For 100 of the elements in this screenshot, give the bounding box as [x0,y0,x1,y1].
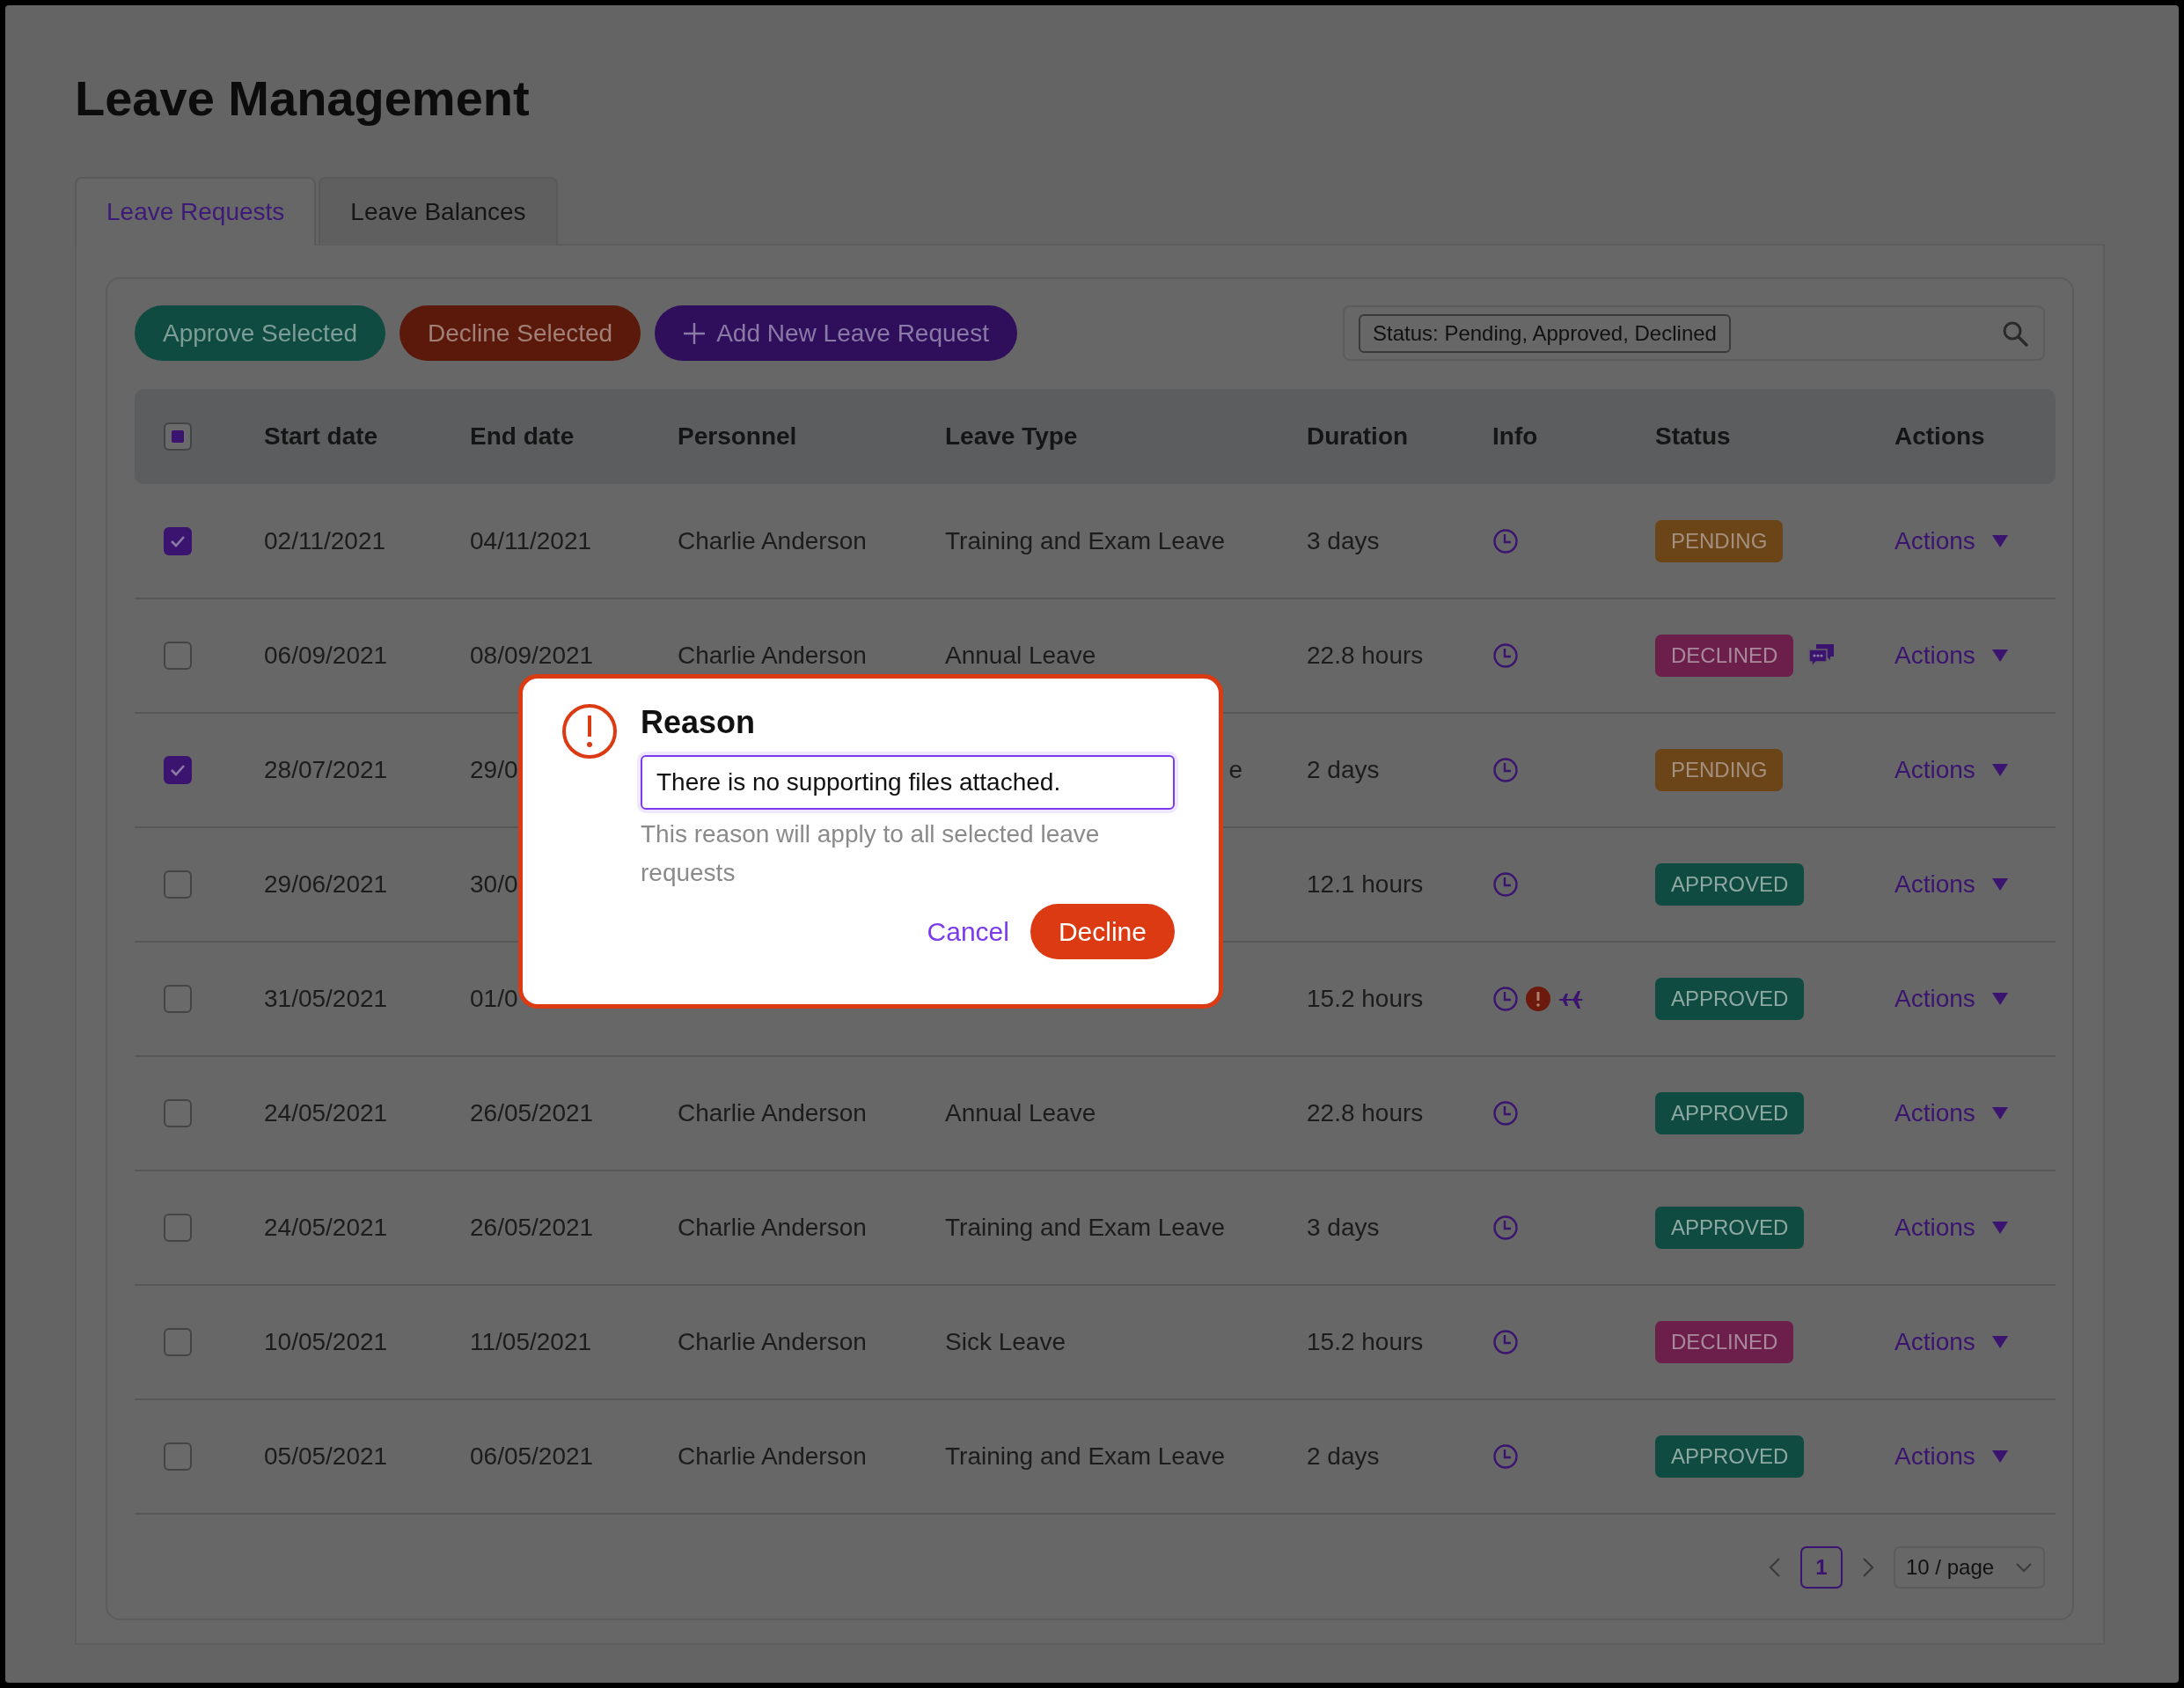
clock-icon[interactable] [1492,642,1519,670]
clock-icon[interactable] [1492,527,1519,554]
leave-type: e [1228,756,1242,784]
clock-icon[interactable] [1492,986,1519,1013]
actions-dropdown[interactable]: Actions [1895,866,2009,904]
duration: 15.2 hours [1307,1328,1424,1356]
status-badge: APPROVED [1655,1435,1805,1479]
clock-icon[interactable] [1492,871,1519,899]
row-checkbox[interactable] [164,526,192,555]
column-header: Leave Type [945,422,1078,451]
row-checkbox[interactable] [164,1099,192,1128]
end-date: 01/0 [470,985,518,1013]
status-badge: APPROVED [1655,978,1805,1021]
end-date: 06/05/2021 [470,1442,594,1471]
duration: 22.8 hours [1307,642,1424,670]
chevron-right-icon[interactable] [1862,1557,1874,1579]
page-size-select[interactable]: 10 / page [1894,1546,2045,1589]
start-date: 24/05/2021 [264,1099,388,1127]
caret-icon [1990,649,2009,664]
column-header: Info [1492,422,1538,451]
approve-button[interactable]: Approve Selected [135,305,386,362]
clock-icon[interactable] [1492,757,1519,784]
start-date: 31/05/2021 [264,985,388,1013]
start-date: 29/06/2021 [264,870,388,899]
status-badge: DECLINED [1655,1321,1794,1364]
end-date: 04/11/2021 [470,526,592,554]
duration: 3 days [1307,1214,1380,1242]
status-badge: PENDING [1655,749,1784,792]
status-badge: DECLINED [1655,635,1794,678]
column-header: Actions [1895,422,1985,451]
leave-type: Annual Leave [945,642,1096,670]
decline-button[interactable]: Decline [1030,903,1175,959]
help-text: This reason will apply to all selected leave requests [641,819,1101,888]
duration: 12.1 hours [1307,870,1424,899]
actions-dropdown[interactable]: Actions [1895,1209,2009,1247]
filter-tag[interactable]: Status: Pending, Approved, Declined [1359,313,1731,353]
cancel-button[interactable]: Cancel [927,911,1009,951]
column-header: Duration [1307,422,1409,451]
start-date: 10/05/2021 [264,1328,388,1356]
add-button[interactable]: Add New Leave Request [655,305,1017,362]
page-button[interactable]: 1 [1800,1546,1843,1589]
row-checkbox[interactable] [164,756,192,785]
end-date: 26/05/2021 [470,1214,594,1242]
warning-icon [561,703,618,760]
column-header: End date [470,422,575,451]
dialog-title: Reason [641,703,757,742]
duration: 3 days [1307,526,1380,554]
column-header: Personnel [678,422,797,451]
duration: 22.8 hours [1307,1099,1424,1127]
end-date: 11/05/2021 [470,1328,592,1356]
caret-icon [1990,877,2009,892]
status-badge: APPROVED [1655,863,1805,906]
end-date: 08/09/2021 [470,642,594,670]
caret-icon [1990,1449,2009,1464]
actions-dropdown[interactable]: Actions [1895,522,2009,560]
caret-icon [1990,1335,2009,1350]
caret-icon [1990,763,2009,778]
column-header: Start date [264,422,378,451]
actions-dropdown[interactable]: Actions [1895,980,2009,1018]
leave-type: Training and Exam Leave [945,1214,1226,1242]
duration: 15.2 hours [1307,985,1424,1013]
tab[interactable]: Leave Requests [75,177,317,246]
status-badge: APPROVED [1655,1207,1805,1250]
actions-dropdown[interactable]: Actions [1895,637,2009,675]
row-checkbox[interactable] [164,1442,192,1471]
actions-dropdown[interactable]: Actions [1895,1324,2009,1361]
actions-dropdown[interactable]: Actions [1895,752,2009,789]
plus-icon [683,321,707,345]
reason-input[interactable]: There is no supporting files attached. [641,755,1175,811]
start-date: 05/05/2021 [264,1442,388,1471]
column-header: Status [1655,422,1731,451]
caret-icon [1990,992,2009,1007]
start-date: 02/11/2021 [264,526,386,554]
select-all-checkbox[interactable] [164,422,192,451]
actions-dropdown[interactable]: Actions [1895,1438,2009,1476]
duration: 2 days [1307,1442,1380,1471]
actions-dropdown[interactable]: Actions [1895,1095,2009,1133]
clock-icon[interactable] [1492,1215,1519,1242]
end-date: 29/0 [470,756,518,784]
leave-type: Training and Exam Leave [945,1442,1226,1471]
alert-icon[interactable] [1526,987,1550,1012]
row-checkbox[interactable] [164,870,192,899]
tab[interactable]: Leave Balances [319,177,558,246]
chevron-down-icon [2015,1562,2033,1574]
clock-icon[interactable] [1492,1329,1519,1356]
end-date: 26/05/2021 [470,1099,594,1127]
start-date: 28/07/2021 [264,756,388,784]
personnel-name: Charlie Anderson [678,642,867,670]
row-checkbox[interactable] [164,642,192,671]
decline-button[interactable]: Decline Selected [399,305,641,362]
row-checkbox[interactable] [164,1328,192,1357]
search-field[interactable]: Status: Pending, Approved, Declined [1343,305,2045,362]
row-checkbox[interactable] [164,985,192,1014]
row-checkbox[interactable] [164,1214,192,1243]
leave-type: Annual Leave [945,1099,1096,1127]
clock-icon[interactable] [1492,1443,1519,1471]
chevron-left-icon[interactable] [1769,1557,1781,1579]
clock-icon[interactable] [1492,1100,1519,1127]
status-badge: APPROVED [1655,1092,1805,1135]
personnel-name: Charlie Anderson [678,1214,867,1242]
